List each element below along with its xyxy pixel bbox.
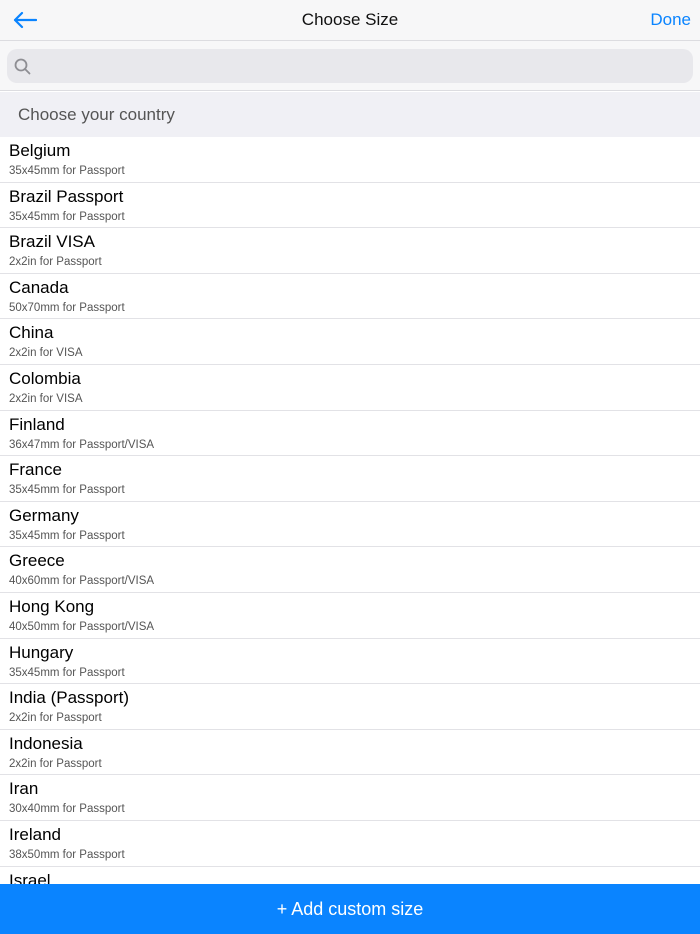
size-description: 2x2in for Passport: [9, 712, 102, 725]
list-item[interactable]: Greece 40x60mm for Passport/VISA: [0, 547, 700, 593]
size-description: 35x45mm for Passport: [9, 210, 125, 223]
size-description: 40x50mm for Passport/VISA: [9, 620, 155, 633]
section-title: Choose your country: [18, 105, 175, 124]
country-name: Germany: [9, 505, 79, 525]
size-description: 35x45mm for Passport: [9, 666, 125, 679]
country-name: Brazil Passport: [9, 186, 124, 206]
size-description: 2x2in for VISA: [9, 392, 83, 405]
country-name: Finland: [9, 414, 65, 434]
country-name: Hungary: [9, 642, 74, 662]
country-name: Brazil VISA: [9, 232, 95, 252]
list-item[interactable]: Israel: [0, 867, 700, 885]
list-item[interactable]: Germany 35x45mm for Passport: [0, 502, 700, 548]
country-name: Ireland: [9, 824, 61, 844]
page-title: Choose Size: [301, 10, 399, 29]
section-header: Choose your country: [0, 92, 700, 137]
list-item[interactable]: China 2x2in for VISA: [0, 319, 700, 365]
country-name: Hong Kong: [9, 596, 95, 616]
list-item[interactable]: Canada 50x70mm for Passport: [0, 274, 700, 320]
list-item[interactable]: Finland 36x47mm for Passport/VISA: [0, 411, 700, 457]
country-name: Greece: [9, 551, 65, 571]
search-input[interactable]: [37, 49, 683, 83]
country-name: Colombia: [9, 368, 81, 388]
list-item[interactable]: Belgium 35x45mm for Passport: [0, 137, 700, 183]
search-field[interactable]: [7, 49, 693, 83]
size-description: 38x50mm for Passport: [9, 848, 125, 861]
size-description: 35x45mm for Passport: [9, 484, 125, 497]
country-name: Iran: [9, 779, 39, 799]
size-description: 2x2in for Passport: [9, 757, 102, 770]
search-bar: [0, 41, 700, 91]
size-description: 36x47mm for Passport/VISA: [9, 438, 155, 451]
add-custom-size-label: + Add custom size: [276, 898, 424, 919]
country-name: Canada: [9, 277, 69, 297]
list-item[interactable]: Colombia 2x2in for VISA: [0, 365, 700, 411]
add-custom-size-button[interactable]: + Add custom size: [0, 884, 700, 934]
list-item[interactable]: France 35x45mm for Passport: [0, 456, 700, 502]
list-item[interactable]: India (Passport) 2x2in for Passport: [0, 684, 700, 730]
list-item[interactable]: Hong Kong 40x50mm for Passport/VISA: [0, 593, 700, 639]
list-item[interactable]: Brazil VISA 2x2in for Passport: [0, 228, 700, 274]
country-name: France: [9, 460, 62, 480]
size-description: 35x45mm for Passport: [9, 529, 125, 542]
done-button[interactable]: Done: [650, 10, 691, 30]
country-list[interactable]: Belgium 35x45mm for Passport Brazil Passpo…: [0, 137, 700, 884]
search-icon: [14, 58, 31, 75]
country-name: Belgium: [9, 141, 71, 160]
choose-size-screen: Choose Size Done Choose your country Bel…: [0, 0, 700, 934]
size-description: 50x70mm for Passport: [9, 301, 125, 314]
country-name: Israel: [9, 870, 51, 885]
list-item[interactable]: Indonesia 2x2in for Passport: [0, 730, 700, 776]
list-item[interactable]: Brazil Passport 35x45mm for Passport: [0, 183, 700, 229]
list-item[interactable]: Iran 30x40mm for Passport: [0, 775, 700, 821]
size-description: 2x2in for VISA: [9, 347, 83, 360]
list-item[interactable]: Hungary 35x45mm for Passport: [0, 639, 700, 685]
navigation-bar: Choose Size Done: [0, 0, 700, 41]
size-description: 30x40mm for Passport: [9, 803, 125, 816]
size-description: 40x60mm for Passport/VISA: [9, 575, 155, 588]
country-name: China: [9, 323, 54, 343]
list-item[interactable]: Ireland 38x50mm for Passport: [0, 821, 700, 867]
size-description: 2x2in for Passport: [9, 256, 102, 269]
country-name: India (Passport): [9, 688, 129, 708]
size-description: 35x45mm for Passport: [9, 165, 125, 177]
country-name: Indonesia: [9, 733, 83, 753]
